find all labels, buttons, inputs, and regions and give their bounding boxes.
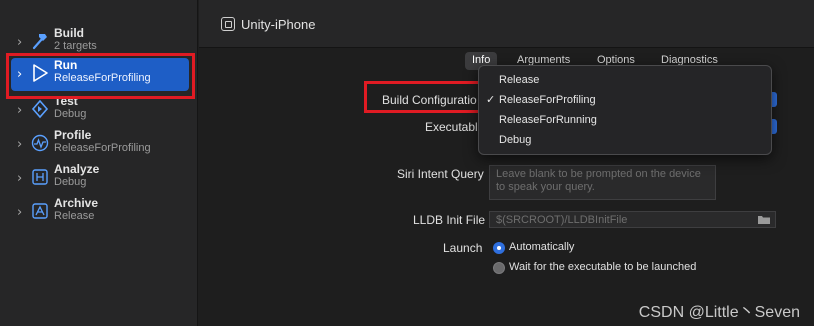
- diamond-icon: [31, 99, 49, 119]
- scheme-item-sub: ReleaseForProfiling: [54, 142, 151, 154]
- chevron-right-icon[interactable]: ›: [17, 205, 22, 220]
- chevron-right-icon[interactable]: ›: [17, 35, 22, 50]
- scheme-item-sub: Debug: [54, 108, 87, 120]
- launch-label: Launch: [443, 241, 483, 255]
- scheme-editor: Unity-iPhone Info Arguments Options Diag…: [199, 0, 814, 326]
- menu-item-label: Debug: [499, 134, 532, 146]
- scheme-item-test[interactable]: › Test Debug: [0, 94, 198, 128]
- lldb-init-file-label: LLDB Init File: [413, 213, 486, 227]
- lldb-init-file-placeholder: $(SRCROOT)/LLDBInitFile: [496, 214, 628, 226]
- app-icon: [221, 17, 235, 31]
- scheme-item-sub: ReleaseForProfiling: [54, 72, 151, 84]
- watermark: CSDN @Little丶Seven: [638, 304, 800, 321]
- scheme-item-label: Archive: [54, 196, 99, 210]
- scheme-sidebar: › Build 2 targets › Run ReleaseForProfil…: [0, 0, 198, 326]
- scheme-item-sub: Release: [54, 210, 95, 222]
- lldb-init-file-field[interactable]: $(SRCROOT)/LLDBInitFile: [489, 211, 776, 228]
- scheme-item-analyze[interactable]: › Analyze Debug: [0, 162, 198, 196]
- scheme-item-run[interactable]: › Run ReleaseForProfiling: [11, 58, 189, 91]
- build-configuration-label: Build Configuratio: [382, 93, 477, 107]
- menu-item-release[interactable]: Release: [479, 70, 771, 90]
- scheme-title: Unity-iPhone: [241, 17, 316, 32]
- scheme-item-label: Run: [54, 58, 78, 72]
- executable-popup[interactable]: [772, 119, 777, 134]
- analyze-icon: [32, 169, 48, 185]
- play-icon: [33, 64, 48, 82]
- build-configuration-popup[interactable]: [772, 92, 777, 107]
- menu-item-debug[interactable]: Debug: [479, 130, 771, 150]
- launch-automatically-radio[interactable]: [493, 242, 505, 254]
- scheme-item-sub: Debug: [54, 176, 87, 188]
- menu-item-label: ReleaseForRunning: [499, 114, 597, 126]
- launch-automatically-label: Automatically: [509, 241, 575, 253]
- scheme-item-label: Test: [54, 94, 78, 108]
- menu-item-release-for-profiling[interactable]: ✓ ReleaseForProfiling: [479, 90, 771, 110]
- archive-icon: [32, 203, 48, 219]
- chevron-right-icon[interactable]: ›: [17, 137, 22, 152]
- scheme-item-label: Profile: [54, 128, 92, 142]
- siri-intent-query-label: Siri Intent Query: [397, 167, 484, 181]
- menu-item-label: Release: [499, 74, 540, 86]
- build-configuration-menu: Release ✓ ReleaseForProfiling ReleaseFor…: [478, 65, 772, 155]
- scheme-item-sub: 2 targets: [54, 40, 97, 52]
- chevron-right-icon[interactable]: ›: [17, 171, 22, 186]
- scheme-item-build[interactable]: › Build 2 targets: [0, 26, 198, 60]
- scheme-header: Unity-iPhone: [199, 0, 814, 48]
- siri-intent-query-field[interactable]: Leave blank to be prompted on the device…: [489, 165, 716, 200]
- scheme-item-label: Analyze: [54, 162, 100, 176]
- menu-item-label: ReleaseForProfiling: [499, 94, 596, 106]
- executable-label: Executable: [425, 120, 485, 134]
- chevron-right-icon[interactable]: ›: [17, 103, 22, 118]
- hammer-icon: [32, 34, 47, 50]
- menu-item-release-for-running[interactable]: ReleaseForRunning: [479, 110, 771, 130]
- folder-icon[interactable]: [757, 214, 771, 225]
- scheme-item-profile[interactable]: › Profile ReleaseForProfiling: [0, 128, 198, 162]
- chevron-right-icon[interactable]: ›: [17, 67, 22, 82]
- scheme-item-label: Build: [54, 26, 84, 40]
- checkmark-icon: ✓: [486, 93, 496, 106]
- gauge-icon: [31, 134, 49, 152]
- launch-wait-radio[interactable]: [493, 262, 505, 274]
- launch-wait-label: Wait for the executable to be launched: [509, 261, 697, 273]
- scheme-item-archive[interactable]: › Archive Release: [0, 196, 198, 230]
